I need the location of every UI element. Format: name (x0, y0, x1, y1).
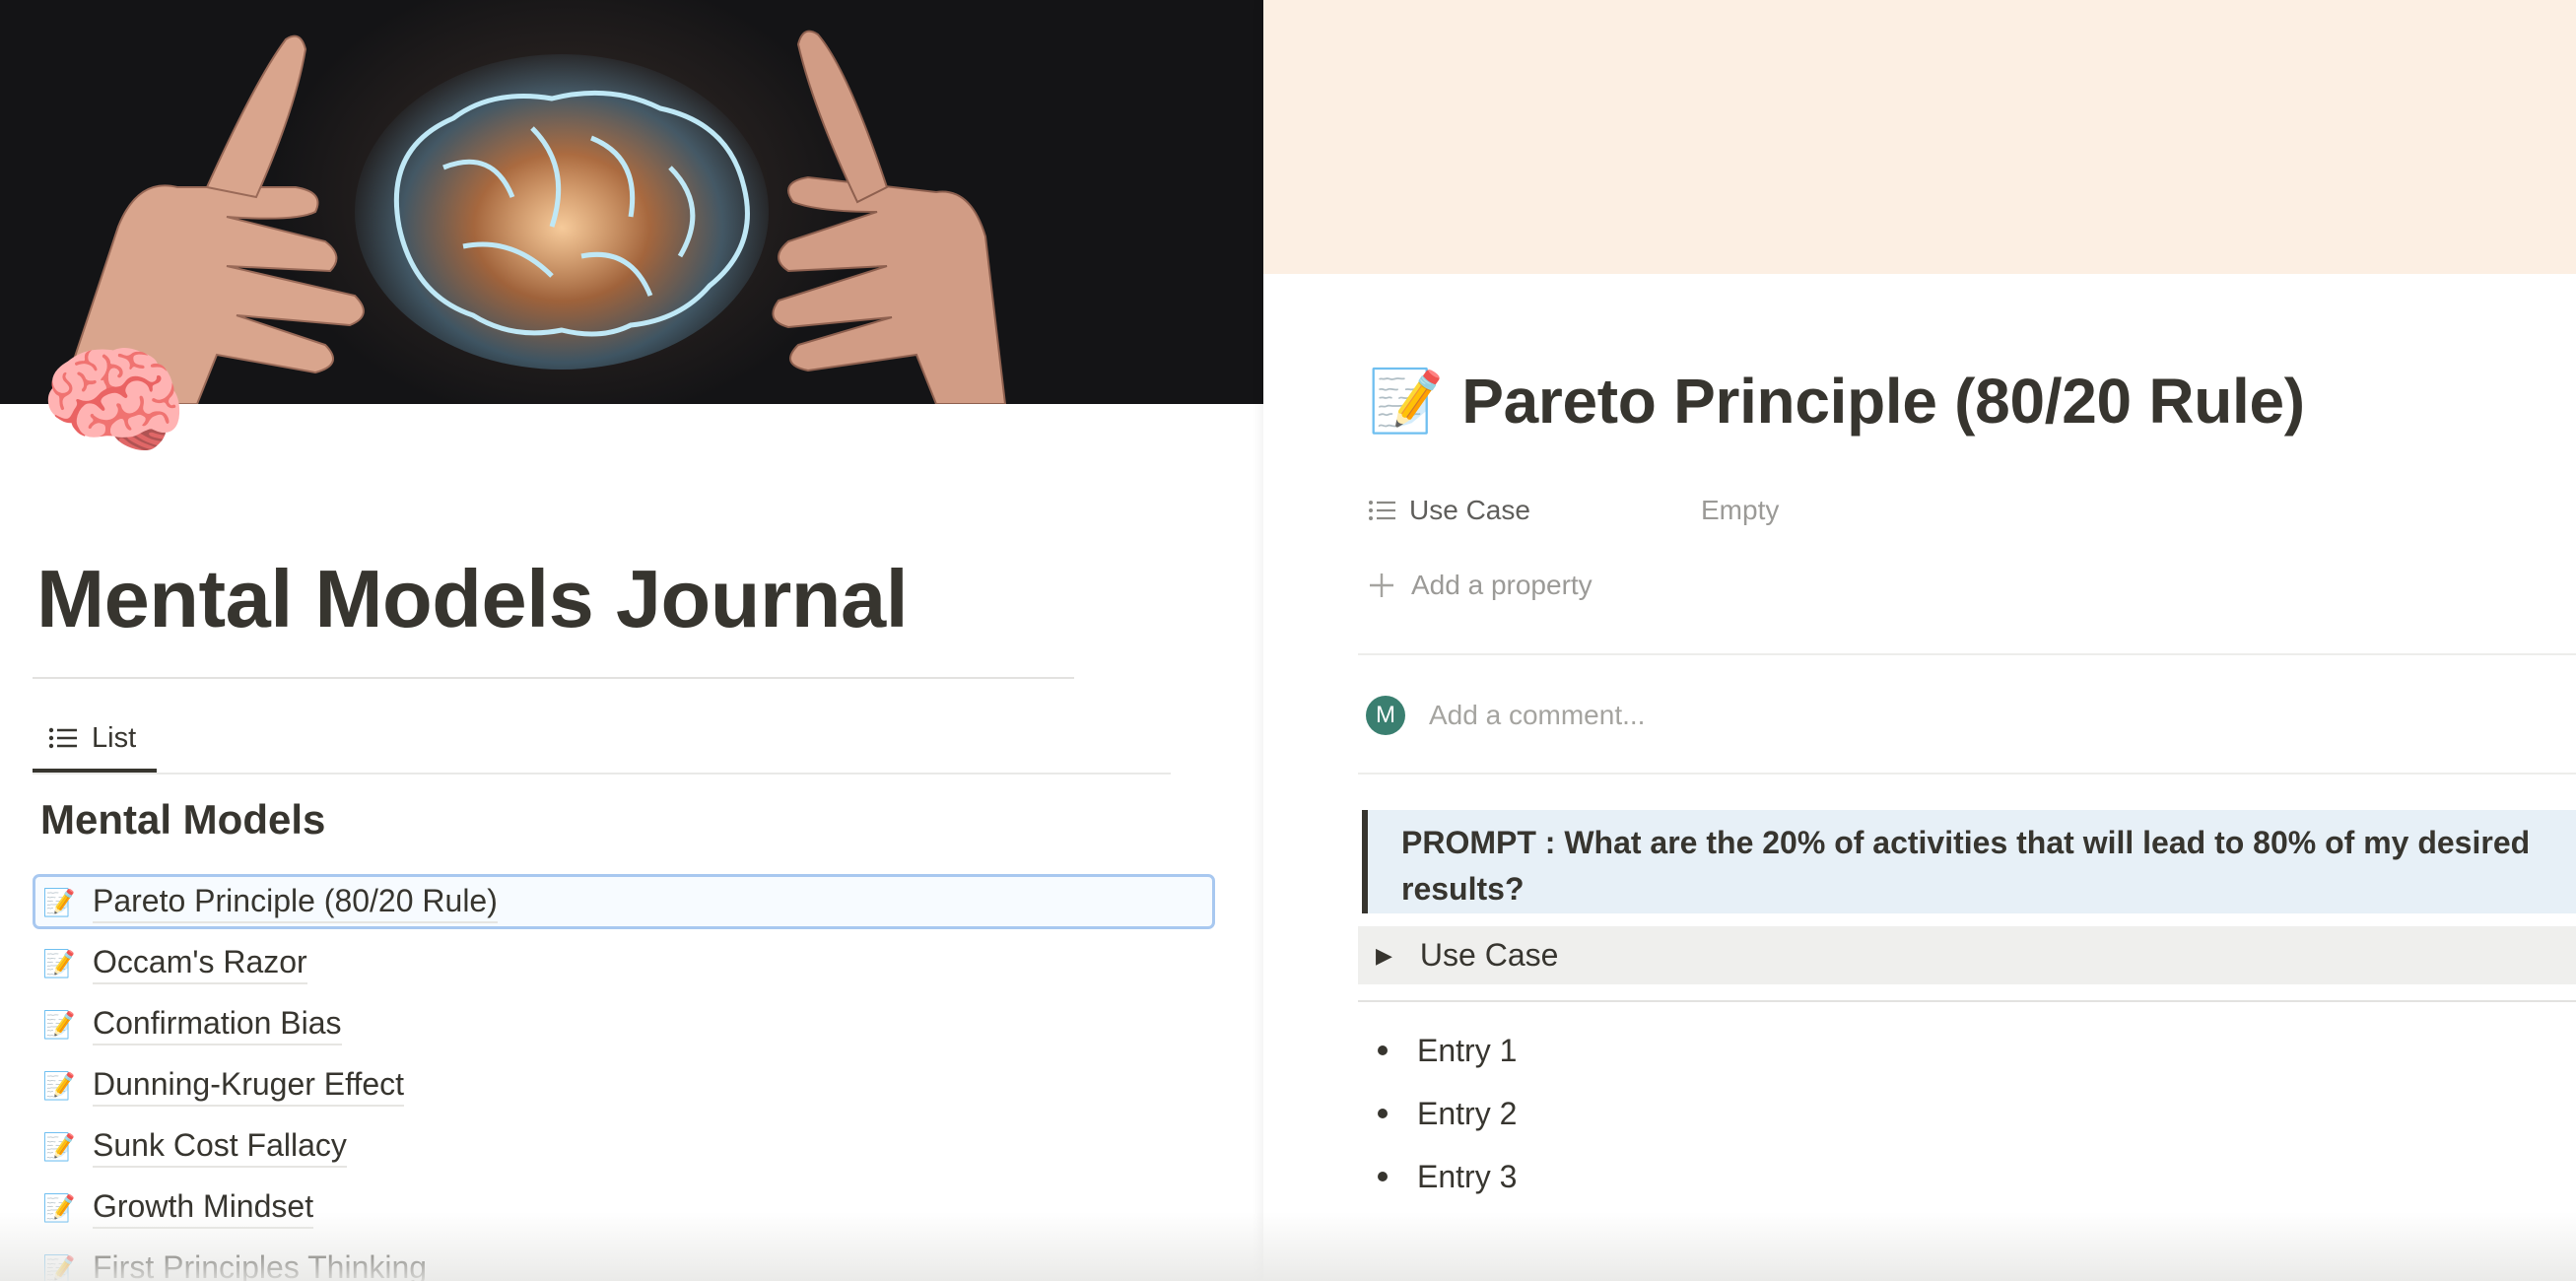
list-item[interactable]: Entry 1 (1378, 1019, 1517, 1082)
divider (1358, 1000, 2576, 1002)
property-name[interactable]: Use Case (1409, 495, 1701, 526)
comment-input[interactable]: Add a comment... (1429, 700, 1645, 731)
entry-text[interactable]: Entry 1 (1417, 1033, 1517, 1069)
memo-icon: 📝 (42, 888, 76, 917)
add-property-button[interactable]: Add a property (1368, 570, 1593, 601)
bullet-icon (1378, 1109, 1388, 1118)
brain-icon[interactable]: 🧠 (37, 335, 190, 468)
toggle-label: Use Case (1419, 937, 1559, 973)
list-item-label[interactable]: Growth Mindset (93, 1187, 314, 1229)
property-use-case[interactable]: Use Case Empty (1368, 495, 1779, 526)
entry-text[interactable]: Entry 3 (1417, 1159, 1517, 1195)
list-item-dunning-kruger[interactable]: 📝 Dunning-Kruger Effect (33, 1055, 1215, 1116)
memo-icon: 📝 (42, 1071, 76, 1101)
toggle-use-case[interactable]: ▶ Use Case (1358, 926, 2576, 984)
divider (33, 773, 1171, 775)
toggle-triangle-icon[interactable]: ▶ (1376, 943, 1392, 969)
list-item-label[interactable]: First Principles Thinking (93, 1248, 427, 1281)
list-item-label[interactable]: Sunk Cost Fallacy (93, 1126, 347, 1168)
callout-text: PROMPT : What are the 20% of activities … (1401, 825, 2531, 907)
avatar: M (1366, 696, 1405, 735)
list-item-first-principles[interactable]: 📝 First Principles Thinking (33, 1239, 1215, 1281)
list-icon (48, 727, 77, 749)
list-item-label[interactable]: Confirmation Bias (93, 1004, 342, 1045)
list-item-sunk-cost-fallacy[interactable]: 📝 Sunk Cost Fallacy (33, 1116, 1215, 1178)
tab-label: List (92, 721, 137, 754)
list-item[interactable]: Entry 2 (1378, 1082, 1517, 1145)
memo-icon: 📝 (42, 1193, 76, 1223)
list-item-confirmation-bias[interactable]: 📝 Confirmation Bias (33, 994, 1215, 1055)
plus-icon (1370, 573, 1393, 597)
divider (1358, 773, 2576, 775)
list-item-label[interactable]: Dunning-Kruger Effect (93, 1065, 405, 1107)
database-list: 📝 Pareto Principle (80/20 Rule) 📝 Occam'… (33, 872, 1215, 1281)
journal-page: 🧠 Mental Models Journal List Mental Mode… (0, 0, 1263, 1281)
memo-icon: 📝 (42, 1010, 76, 1040)
divider (1358, 653, 2576, 655)
brain-outline (393, 90, 750, 337)
tab-list-view[interactable]: List (33, 708, 157, 773)
divider (33, 677, 1074, 679)
page-title[interactable]: Mental Models Journal (36, 552, 909, 646)
side-peek-panel: 📝 Pareto Principle (80/20 Rule) Use Case… (1263, 0, 2576, 1281)
memo-icon[interactable]: 📝 (1368, 366, 1444, 438)
peek-page-title[interactable]: Pareto Principle (80/20 Rule) (1461, 365, 2305, 438)
list-item-pareto-principle[interactable]: 📝 Pareto Principle (80/20 Rule) (33, 872, 1215, 933)
list-item-label[interactable]: Pareto Principle (80/20 Rule) (93, 882, 498, 923)
entry-list: Entry 1 Entry 2 Entry 3 (1378, 1019, 1517, 1208)
add-property-label: Add a property (1411, 570, 1593, 600)
peek-cover[interactable] (1263, 0, 2576, 274)
property-value[interactable]: Empty (1701, 495, 1779, 526)
memo-icon: 📝 (42, 949, 76, 978)
comment-row[interactable]: M Add a comment... (1366, 696, 1645, 735)
list-item-label[interactable]: Occam's Razor (93, 943, 307, 984)
list-icon (1369, 501, 1395, 520)
list-item-growth-mindset[interactable]: 📝 Growth Mindset (33, 1178, 1215, 1239)
list-item-occams-razor[interactable]: 📝 Occam's Razor (33, 933, 1215, 994)
memo-icon: 📝 (42, 1254, 76, 1281)
bullet-icon (1378, 1045, 1388, 1055)
entry-text[interactable]: Entry 2 (1417, 1096, 1517, 1132)
peek-title: 📝 Pareto Principle (80/20 Rule) (1368, 365, 2305, 438)
bullet-icon (1378, 1172, 1388, 1181)
memo-icon: 📝 (42, 1132, 76, 1162)
prompt-callout[interactable]: PROMPT : What are the 20% of activities … (1362, 810, 2576, 913)
database-title[interactable]: Mental Models (40, 796, 325, 843)
right-hand (772, 30, 1007, 404)
list-item[interactable]: Entry 3 (1378, 1145, 1517, 1208)
